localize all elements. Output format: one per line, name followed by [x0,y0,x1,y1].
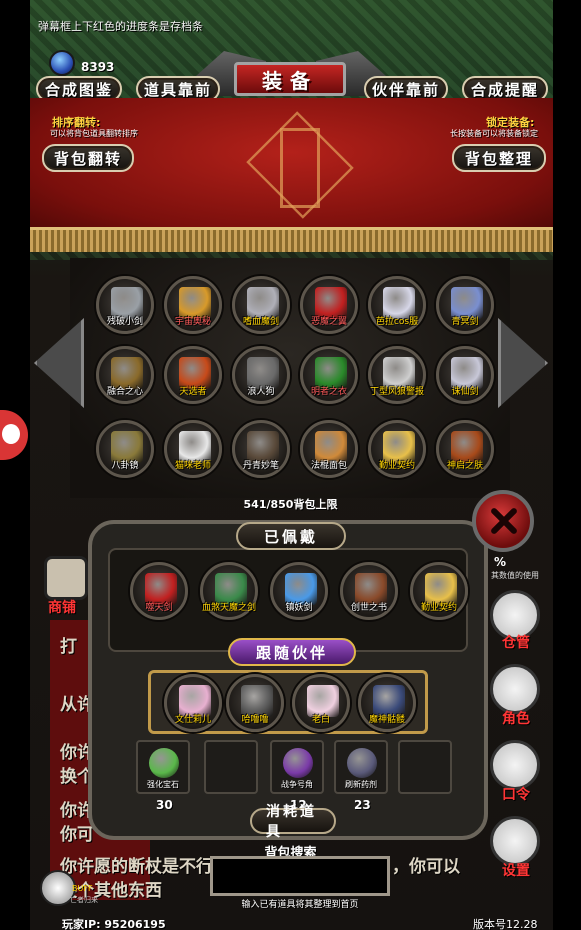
item-name: 噬天剑 [145,603,173,613]
item-name: 青冥剑 [451,317,479,327]
gem-icon [49,50,75,76]
gear-icon[interactable] [490,816,540,866]
partner-slot[interactable]: 老白 [292,674,350,732]
item-name: 融合之心 [106,387,143,397]
consumable-icon [347,748,377,778]
bag-item-slot[interactable]: 恶魔之翼 [300,276,358,334]
settings-label[interactable]: 设置 [486,860,546,880]
crest-inner-icon [280,128,320,208]
bag-item-slot[interactable]: 芭拉cos服 [368,276,426,334]
manage-label[interactable]: 仓管 [486,632,546,652]
buff-label: BUFF [72,884,93,893]
bag-item-slot[interactable]: 天选者 [164,346,222,404]
bag-item-slot[interactable]: 残破小剑 [96,276,154,334]
partner-name: 老白 [311,715,330,725]
item-name: 诛仙剑 [451,387,479,397]
item-name: 镇妖剑 [285,603,313,613]
role-label[interactable]: 角色 [486,708,546,728]
item-name: 八卦镜 [111,461,139,471]
partner-slot[interactable]: 魔神骷髅 [358,674,416,732]
item-name: 猫咪老师 [174,461,211,471]
bag-flip-button[interactable]: 背包翻转 [42,144,134,172]
bag-sort-button[interactable]: 背包整理 [452,144,546,172]
coin-count: 8393 [81,60,115,74]
password-label[interactable]: 口令 [486,784,546,804]
bag-search-input[interactable] [210,856,390,896]
bag-item-slot[interactable]: 融合之心 [96,346,154,404]
consumable-slot[interactable] [398,740,452,794]
item-name: 宇宙奥秘 [174,317,211,327]
bag-item-slot[interactable]: 浪人狗 [232,346,290,404]
equipped-item-slot[interactable]: 勤业契约 [410,562,468,620]
player-ip: 玩家IP: 95206195 [62,918,166,930]
bag-item-slot[interactable]: 丁型风狼警报 [368,346,426,404]
floating-avatar-button[interactable] [0,410,28,460]
item-name: 浪人狗 [247,387,275,397]
equipped-item-slot[interactable]: 血煞天魔之剑 [200,562,258,620]
bag-item-slot[interactable]: 青冥剑 [436,276,494,334]
hood-icon[interactable] [490,664,540,714]
item-name: 明者之衣 [310,387,347,397]
item-name: 嗜血魔剑 [242,317,279,327]
bag-item-slot[interactable]: 宇宙奥秘 [164,276,222,334]
item-name: 丹青妙笔 [242,461,279,471]
consumable-icon [283,748,313,778]
buff-sub: 亡者归来 [70,896,98,904]
version-label: 版本号12.28 [473,918,538,930]
consumable-slot[interactable]: 战争号角 [270,740,324,794]
percent-label: % [494,555,507,569]
item-name: 法棍面包 [310,461,347,471]
item-name: 丁型风狼警报 [369,387,424,397]
consumable-icon [149,748,179,778]
bag-item-slot[interactable]: 嗜血魔剑 [232,276,290,334]
consumable-qty: 23 [354,798,371,812]
partner-name: 魔神骷髅 [368,715,405,725]
lock-equip-desc: 长按装备可以将装备锁定 [450,129,538,138]
item-name: 天选者 [179,387,207,397]
equipped-item-slot[interactable]: 镇妖剑 [270,562,328,620]
bag-item-slot[interactable]: 法棍面包 [300,420,358,478]
stat-note: 其数值的使用 [491,571,539,580]
consumable-qty: 30 [156,798,173,812]
partner-slot[interactable]: 文仕莉儿 [164,674,222,732]
item-name: 残破小剑 [106,317,143,327]
save-bar-hint: 弹幕框上下红色的进度条是存档条 [38,20,203,33]
sort-flip-desc: 可以将背包道具翻转排序 [50,129,138,138]
bag-item-slot[interactable]: 神启之肤 [436,420,494,478]
equipped-title: 已佩戴 [236,522,346,550]
bag-item-slot[interactable]: 诛仙剑 [436,346,494,404]
page-title: 装备 [234,62,346,96]
bag-item-slot[interactable]: 丹青妙笔 [232,420,290,478]
bag-item-slot[interactable]: 明者之衣 [300,346,358,404]
consumable-slot[interactable]: 刷新药剂 [334,740,388,794]
story-line: 打 [60,637,77,657]
shop-icon[interactable] [44,556,88,600]
scroll-icon[interactable] [490,740,540,790]
consumable-slot[interactable] [204,740,258,794]
bag-item-slot[interactable]: 勤业契约 [368,420,426,478]
consumable-name: 刷新药剂 [345,780,377,789]
item-name: 勤业契约 [420,603,457,613]
bag-item-slot[interactable]: 猫咪老师 [164,420,222,478]
item-name: 创世之书 [350,603,387,613]
shop-label[interactable]: 商铺 [48,597,76,617]
item-name: 芭拉cos服 [375,317,419,327]
item-name: 神启之肤 [446,461,483,471]
close-icon[interactable] [472,490,534,552]
consumables-title: 消耗道具 [250,804,336,840]
partners-title: 跟随伙伴 [228,638,356,666]
partner-name: 哈噜噜 [241,715,269,725]
game-screen: 弹幕框上下红色的进度条是存档条 8393 合成图鉴 道具靠前 伙伴靠前 合成提醒… [0,0,581,930]
equipped-item-slot[interactable]: 创世之书 [340,562,398,620]
item-name: 勤业契约 [378,461,415,471]
consumable-name: 强化宝石 [147,780,179,789]
item-name: 血煞天魔之剑 [201,603,256,613]
partner-slot[interactable]: 哈噜噜 [226,674,284,732]
item-name: 恶魔之翼 [310,317,347,327]
consumable-name: 战争号角 [281,780,313,789]
equipped-item-slot[interactable]: 噬天剑 [130,562,188,620]
bag-item-slot[interactable]: 八卦镜 [96,420,154,478]
consumable-slot[interactable]: 强化宝石 [136,740,190,794]
